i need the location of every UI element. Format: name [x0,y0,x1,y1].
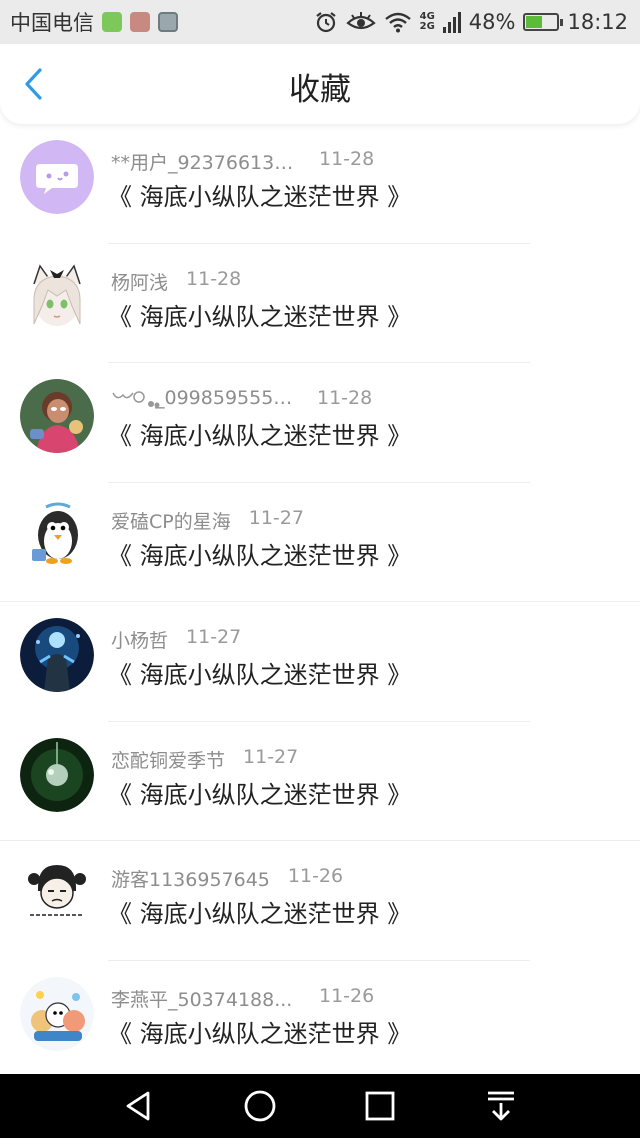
story-title: 《 海底小纵队之迷茫世界 》 [108,780,412,809]
square-recents-icon [365,1091,395,1121]
item-date: 11-28 [319,148,375,170]
list-item[interactable]: 爱磕CP的星海 11-27 《 海底小纵队之迷茫世界 》 [0,483,640,602]
list-item[interactable]: 恋酡铜爱季节 11-27 《 海底小纵队之迷茫世界 》 [0,722,640,841]
photo-notification-icon [130,12,150,32]
nav-recents-button[interactable] [356,1086,404,1126]
user-name: 游客1136957645 [111,869,270,891]
item-date: 11-27 [186,626,242,648]
chevron-left-icon [25,68,42,100]
story-title: 《 海底小纵队之迷茫世界 》 [108,661,412,689]
user-name: **用户_923766134... [111,152,301,174]
item-date: 11-26 [287,865,344,887]
system-nav-bar [0,1074,640,1138]
list-item-meta: 恋酡铜爱季节 11-27 [111,746,298,773]
cartoon-girl-avatar[interactable] [20,379,94,453]
list-item-meta: 游客1136957645 11-26 [111,865,343,892]
octonauts-avatar[interactable] [20,976,94,1051]
chat-bubble-avatar[interactable] [20,140,94,214]
list-item[interactable]: 杨阿浅 11-28 《 海底小纵队之迷茫世界 》 [0,244,640,363]
story-title: 《 海底小纵队之迷茫世界 》 [108,1019,412,1048]
pull-down-icon [488,1091,514,1121]
item-date: 11-26 [319,984,375,1007]
status-bar: 中国电信 4G 2G 48% 18:12 [0,0,640,44]
app-notification-icon [102,12,122,32]
triangle-back-icon [126,1091,150,1121]
story-title: 《 海底小纵队之迷茫世界 》 [108,541,412,570]
story-title: 《 海底小纵队之迷茫世界 》 [108,302,412,331]
list-item-meta: **用户_923766134... 11-28 [111,148,374,175]
list-item[interactable]: _09985955516... 11-28 《 海底小纵队之迷茫世界 》 [0,363,640,483]
list-item-meta: _09985955516... 11-28 [111,387,372,411]
list-item-meta: 李燕平_50374188... 11-26 [111,985,374,1012]
battery-percent: 48% [468,10,516,34]
item-date: 11-27 [243,745,299,768]
list-item[interactable]: 小杨哲 11-27 《 海底小纵队之迷茫世界 》 [0,602,640,722]
list-item-meta: 杨阿浅 11-28 [111,268,241,295]
favorites-list: **用户_923766134... 11-28 《 海底小纵队之迷茫世界 》 杨… [0,124,640,1080]
header-bar: 收藏 [0,44,640,124]
water-drop-avatar[interactable] [20,737,94,812]
item-date: 11-27 [248,506,304,529]
gallery-notification-icon [158,12,178,32]
list-item-meta: 爱磕CP的星海 11-27 [111,507,304,534]
anime-cat-girl-avatar[interactable] [20,259,94,334]
user-name: 恋酡铜爱季节 [111,749,226,772]
wifi-icon [384,12,411,33]
list-item[interactable]: 李燕平_50374188... 11-26 《 海底小纵队之迷茫世界 》 [0,961,640,1081]
nav-back-button[interactable] [114,1086,162,1126]
user-name: 爱磕CP的星海 [111,510,231,533]
carrier-label: 中国电信 [10,11,94,35]
alarm-icon [315,12,336,33]
user-name: 李燕平_50374188... [111,988,293,1011]
story-title: 《 海底小纵队之迷茫世界 》 [108,183,412,211]
circle-home-icon [244,1090,276,1122]
network-type: 4G 2G [420,12,435,32]
network-bottom-label: 2G [419,21,435,32]
clock: 18:12 [567,10,628,34]
nav-notification-button[interactable] [477,1086,525,1126]
story-title: 《 海底小纵队之迷茫世界 》 [108,900,412,928]
meme-girl-avatar[interactable] [20,857,94,931]
signal-icon [442,12,461,33]
decorative-name-prefix-icon [112,391,160,408]
list-item-meta: 小杨哲 11-27 [111,626,241,653]
nav-home-button[interactable] [236,1086,284,1126]
penguin-avatar[interactable] [20,498,94,573]
eye-icon [345,12,376,30]
battery-icon [523,13,564,31]
page-title: 收藏 [289,72,351,108]
user-name: 杨阿浅 [111,271,169,294]
story-title: 《 海底小纵队之迷茫世界 》 [108,422,412,450]
user-name: _09985955516... [155,387,299,409]
item-date: 11-28 [317,387,373,409]
list-item[interactable]: 游客1136957645 11-26 《 海底小纵队之迷茫世界 》 [0,841,640,961]
item-date: 11-28 [186,267,242,290]
hero-figure-avatar[interactable] [20,618,94,692]
back-button[interactable] [16,66,52,102]
user-name: 小杨哲 [111,630,169,652]
list-item[interactable]: **用户_923766134... 11-28 《 海底小纵队之迷茫世界 》 [0,124,640,244]
battery-fill [526,16,542,28]
